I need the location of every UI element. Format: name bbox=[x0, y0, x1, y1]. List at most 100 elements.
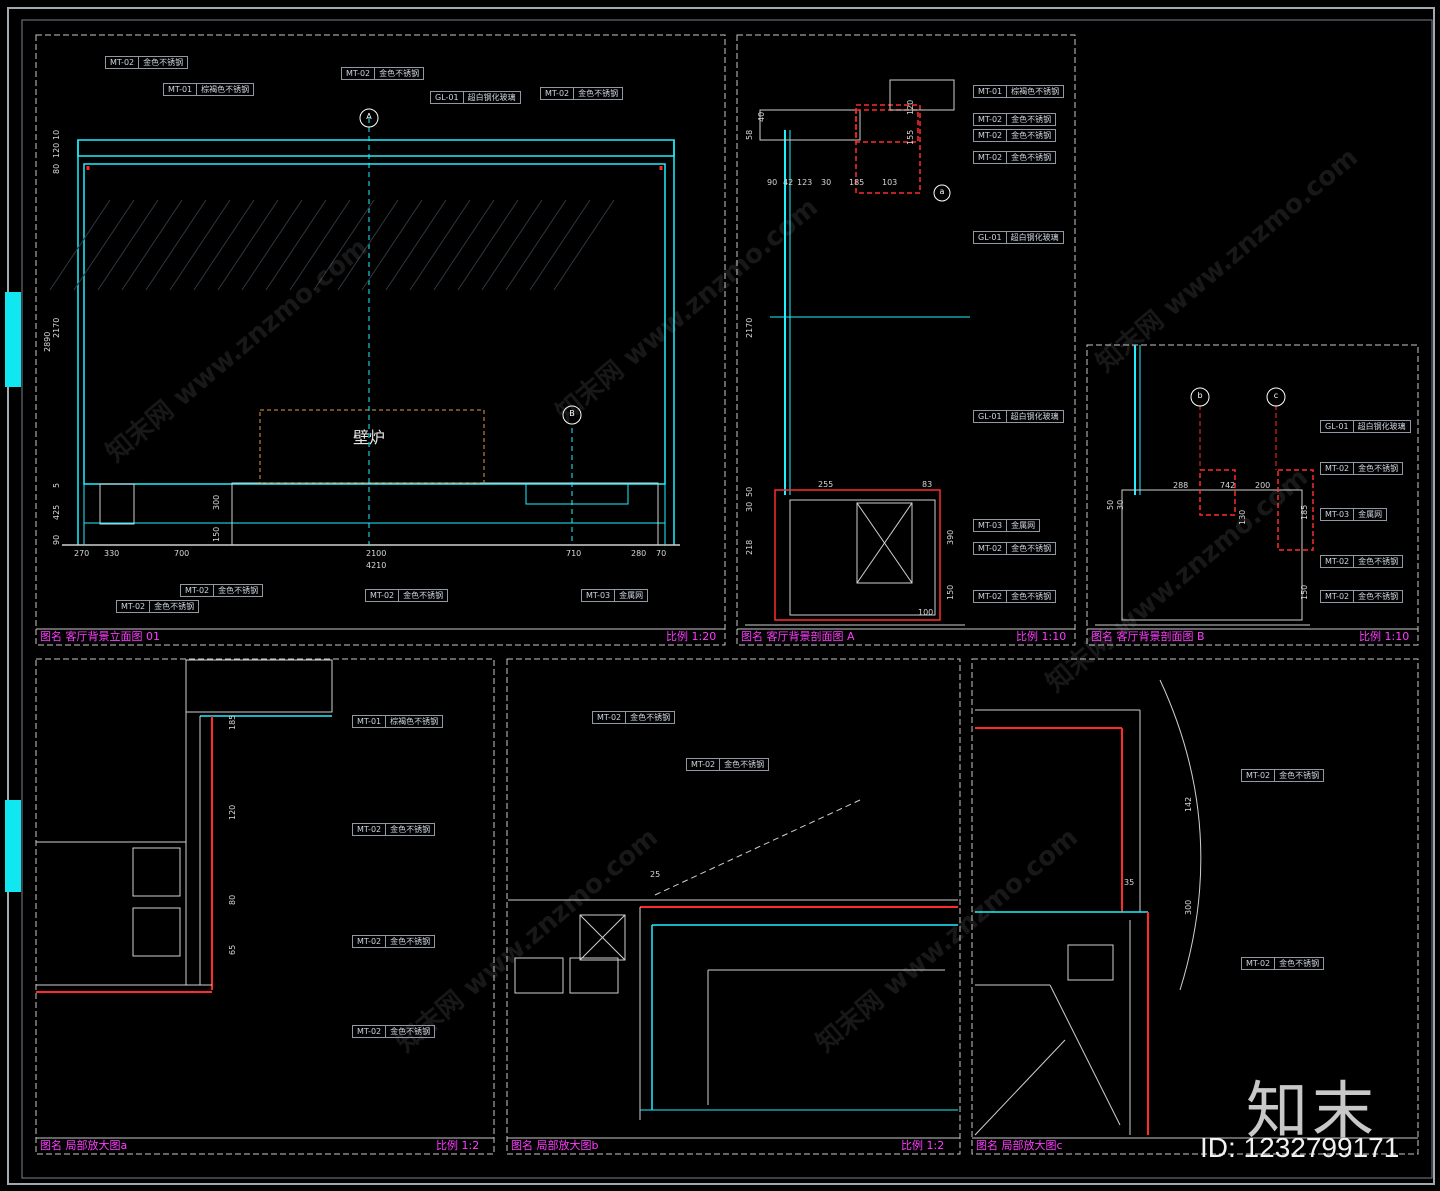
panel-detail-a-frame bbox=[35, 658, 495, 1155]
detail-bubble-c: c bbox=[1273, 391, 1279, 400]
material-tag: MT-02 金色不锈钢 bbox=[1320, 462, 1404, 475]
dimension-text: 42 bbox=[783, 178, 794, 187]
dimension-text: 300 bbox=[212, 494, 221, 510]
glass-hatch-line bbox=[145, 199, 207, 291]
dimension-text: 280 bbox=[631, 549, 647, 558]
glass-hatch-line bbox=[433, 199, 495, 291]
material-tag: MT-02 金色不锈钢 bbox=[973, 590, 1057, 603]
glass-hatch-line bbox=[97, 199, 159, 291]
dimension-text: 255 bbox=[818, 480, 834, 489]
material-tag: MT-02 金色不锈钢 bbox=[1320, 590, 1404, 603]
material-tag: GL-01 超白钢化玻璃 bbox=[430, 91, 521, 104]
dimension-text: 742 bbox=[1220, 481, 1236, 490]
material-tag: MT-02 金色不锈钢 bbox=[592, 711, 676, 724]
image-id-text: ID: 1232799171 bbox=[1200, 1132, 1400, 1163]
panel-scale: 比例 1:10 bbox=[1016, 630, 1067, 643]
panel-scale: 比例 1:10 bbox=[1359, 630, 1410, 643]
dimension-text: 150 bbox=[1300, 584, 1309, 600]
dimension-text: 40 bbox=[757, 111, 766, 122]
panel-scale: 比例 1:2 bbox=[901, 1139, 945, 1152]
dimension-text: 103 bbox=[882, 178, 898, 187]
material-tag: MT-02 金色不锈钢 bbox=[180, 584, 264, 597]
dimension-text: 130 bbox=[1238, 509, 1247, 525]
dimension-text: 2100 bbox=[366, 549, 387, 558]
glass-hatch-line bbox=[481, 199, 543, 291]
sheet-tab-marker bbox=[5, 800, 21, 892]
material-tag: MT-02 金色不锈钢 bbox=[116, 600, 200, 613]
dimension-text: 330 bbox=[104, 549, 120, 558]
dimension-text: 185 bbox=[228, 714, 237, 730]
glass-hatch-line bbox=[553, 199, 615, 291]
dimension-text: 150 bbox=[212, 526, 221, 542]
section-bubble-b: B bbox=[569, 409, 575, 418]
dimension-text: 50 bbox=[745, 486, 754, 497]
sheet-tab-marker bbox=[5, 292, 21, 387]
dimension-text: 155 bbox=[906, 129, 915, 145]
glass-hatch-line bbox=[505, 199, 567, 291]
glass-hatch-line bbox=[217, 199, 279, 291]
dimension-text: 80 bbox=[228, 894, 237, 905]
dimension-text: 710 bbox=[566, 549, 582, 558]
dimension-text: 100 bbox=[918, 608, 934, 617]
material-tag: MT-03 金属网 bbox=[581, 589, 649, 602]
material-tag: MT-02 金色不锈钢 bbox=[973, 151, 1057, 164]
material-tag: MT-02 金色不锈钢 bbox=[973, 129, 1057, 142]
dimension-text: 65 bbox=[228, 944, 237, 955]
dimension-text: 288 bbox=[1173, 481, 1189, 490]
dimension-text: 58 bbox=[745, 129, 754, 140]
dimension-text: 2170 bbox=[52, 317, 61, 338]
dimension-text: 25 bbox=[650, 870, 661, 879]
panel-title: 图名 客厅背景剖面图 A bbox=[741, 630, 855, 643]
dimension-text: 10 bbox=[52, 129, 61, 140]
material-tag: MT-01 棕褐色不锈钢 bbox=[973, 85, 1065, 98]
material-tag: MT-03 金属网 bbox=[973, 519, 1041, 532]
dimension-text: 700 bbox=[174, 549, 190, 558]
glass-hatch-line bbox=[73, 199, 135, 291]
dimension-text: 218 bbox=[745, 539, 754, 555]
dimension-text: 50 bbox=[1106, 499, 1115, 510]
panel-title: 图名 客厅背景立面图 01 bbox=[40, 630, 160, 643]
material-tag: MT-02 金色不锈钢 bbox=[352, 823, 436, 836]
glass-hatch-line bbox=[121, 199, 183, 291]
dimension-text: 185 bbox=[1300, 504, 1309, 520]
dimension-text: 2890 bbox=[43, 331, 52, 352]
dimension-text: 90 bbox=[767, 178, 778, 187]
dimension-text: 2170 bbox=[745, 317, 754, 338]
material-tag: MT-02 金色不锈钢 bbox=[341, 67, 425, 80]
glass-hatch-line bbox=[409, 199, 471, 291]
glass-hatch-line bbox=[193, 199, 255, 291]
material-tag: MT-02 金色不锈钢 bbox=[973, 113, 1057, 126]
dimension-text: 35 bbox=[1124, 878, 1135, 887]
dimension-text: 300 bbox=[1184, 899, 1193, 915]
glass-hatch-line bbox=[457, 199, 519, 291]
material-tag: MT-02 金色不锈钢 bbox=[352, 1025, 436, 1038]
dimension-text: 390 bbox=[946, 529, 955, 545]
material-tag: MT-02 金色不锈钢 bbox=[686, 758, 770, 771]
dimension-text: 123 bbox=[797, 178, 813, 187]
fireplace-label: 壁炉 bbox=[353, 428, 386, 447]
panel-title: 图名 局部放大图a bbox=[40, 1139, 128, 1152]
dimension-text: 270 bbox=[74, 549, 90, 558]
material-tag: GL-01 超白钢化玻璃 bbox=[973, 231, 1064, 244]
material-tag: MT-02 金色不锈钢 bbox=[973, 542, 1057, 555]
sheet-inner-frame bbox=[21, 19, 1433, 1179]
dimension-text: 185 bbox=[849, 178, 865, 187]
glass-hatch-line bbox=[169, 199, 231, 291]
material-tag: GL-01 超白钢化玻璃 bbox=[1320, 420, 1411, 433]
dimension-text: 30 bbox=[745, 501, 754, 512]
material-tag: MT-02 金色不锈钢 bbox=[1241, 769, 1325, 782]
panel-scale: 比例 1:2 bbox=[436, 1139, 480, 1152]
material-tag: MT-01 棕褐色不锈钢 bbox=[163, 83, 255, 96]
dimension-total: 4210 bbox=[366, 561, 387, 570]
panel-title: 图名 局部放大图c bbox=[976, 1139, 1063, 1152]
material-tag: MT-02 金色不锈钢 bbox=[105, 56, 189, 69]
material-tag: MT-02 金色不锈钢 bbox=[365, 589, 449, 602]
detail-bubble-a: a bbox=[939, 187, 945, 196]
dimension-text: 425 bbox=[52, 504, 61, 520]
dimension-text: 80 bbox=[52, 163, 61, 174]
dimension-text: 120 bbox=[228, 804, 237, 820]
dimension-text: 70 bbox=[656, 549, 667, 558]
dimension-text: 200 bbox=[1255, 481, 1271, 490]
glass-hatch-line bbox=[385, 199, 447, 291]
elevation-drawing bbox=[49, 108, 680, 546]
